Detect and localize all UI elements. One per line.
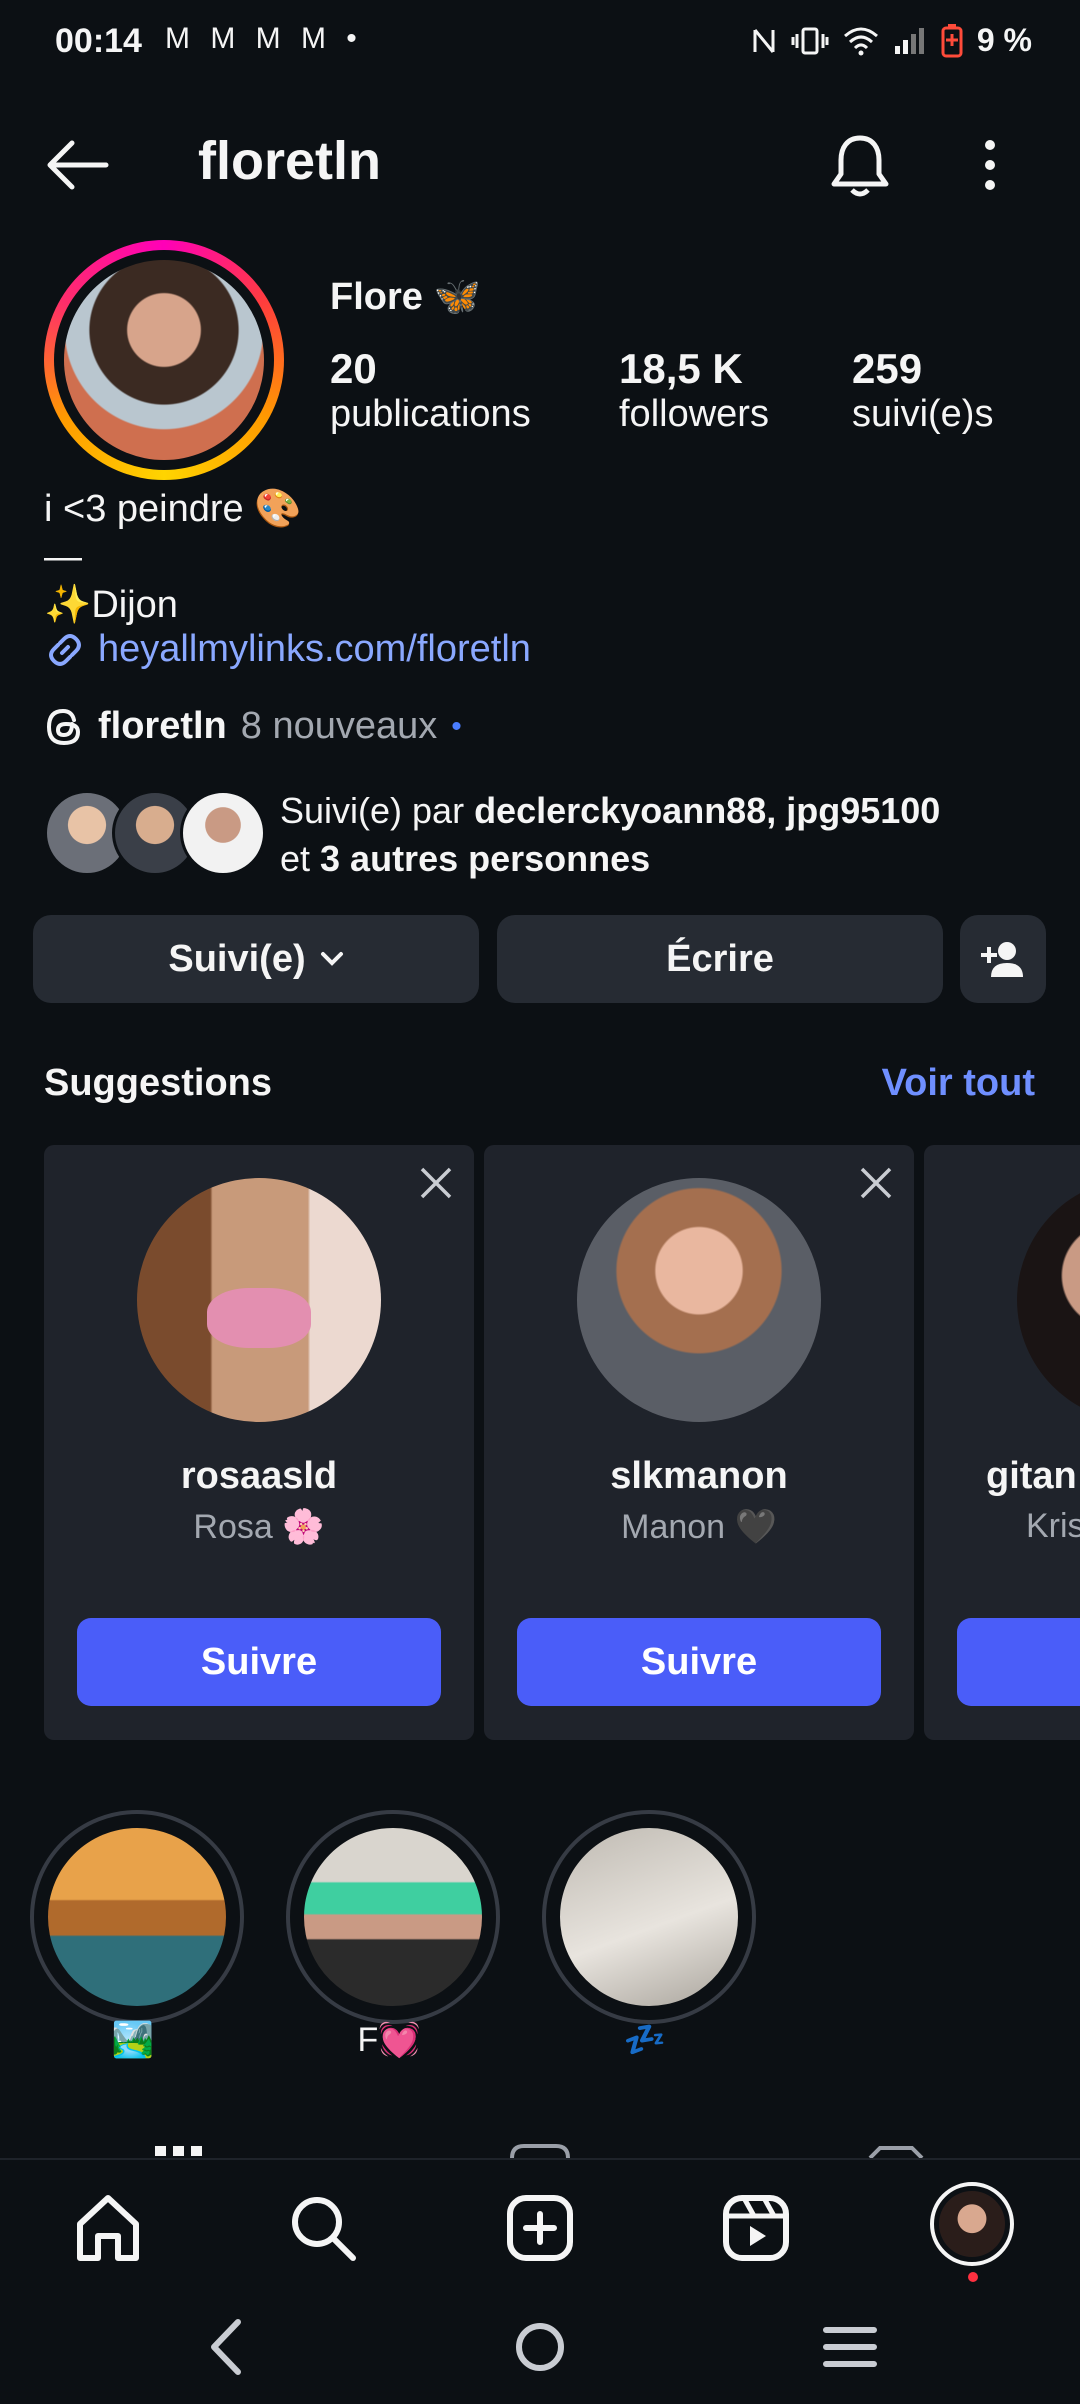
notification-icons: M M M M •	[165, 22, 363, 55]
message-button[interactable]: Écrire	[497, 915, 943, 1003]
bio-line: i <3 peindre 🎨	[44, 488, 302, 530]
stat-label: followers	[619, 393, 769, 435]
stat-label: suivi(e)s	[852, 393, 994, 435]
stat-posts[interactable]: 20 publications	[330, 345, 531, 436]
followed-by-and: et	[280, 838, 321, 879]
system-nav-bar	[211, 2319, 877, 2375]
mutual-followers-avatars[interactable]	[44, 790, 266, 876]
profile-tabs[interactable]	[0, 2140, 1080, 2160]
add-person-icon	[981, 942, 1023, 977]
threads-icon	[46, 708, 81, 745]
link-text: heyallmylinks.com/floretln	[98, 628, 531, 670]
avatar	[939, 2191, 1005, 2257]
close-icon[interactable]	[416, 1163, 456, 1203]
chevron-down-icon	[320, 952, 343, 966]
highlight-photo	[560, 1828, 738, 2006]
avatar	[577, 1178, 821, 1422]
stat-value: 20	[330, 345, 377, 392]
new-dot-icon: •	[451, 709, 462, 743]
suggestion-card[interactable]: rosaasld Rosa 🌸 Suivre	[44, 1145, 474, 1740]
suggestion-name: Rosa 🌸	[193, 1508, 325, 1546]
battery-percent: 9 %	[976, 22, 1032, 58]
suggestion-username: gitan	[986, 1455, 1077, 1497]
avatar	[1017, 1178, 1080, 1422]
avatar	[137, 1178, 381, 1422]
following-button[interactable]: Suivi(e)	[33, 915, 479, 1003]
highlight[interactable]	[542, 1810, 756, 2024]
avatar	[180, 790, 266, 876]
highlight-label: F💓	[357, 2021, 421, 2059]
follow-button[interactable]	[957, 1618, 1080, 1706]
message-label: Écrire	[666, 937, 774, 980]
follow-button[interactable]: Suivre	[517, 1618, 881, 1706]
system-recents-icon[interactable]	[823, 2327, 877, 2367]
suggestion-card[interactable]: slkmanon Manon 🖤 Suivre	[484, 1145, 914, 1740]
status-time: 00:14	[55, 22, 142, 60]
profile-tab-avatar[interactable]	[930, 2182, 1014, 2266]
suggestions-title: Suggestions	[44, 1062, 273, 1104]
stat-following[interactable]: 259 suivi(e)s	[852, 345, 993, 436]
highlight[interactable]	[286, 1810, 500, 2024]
system-home-icon[interactable]	[516, 2323, 564, 2371]
follow-button[interactable]: Suivre	[77, 1618, 441, 1706]
suggestion-card[interactable]: gitan Kris	[924, 1145, 1080, 1740]
display-name: Flore 🦋	[330, 276, 481, 318]
bio-line: ✨Dijon	[44, 584, 178, 626]
page-title: floretln	[198, 131, 381, 191]
reels-icon[interactable]	[718, 2190, 794, 2266]
notification-dot-icon	[968, 2272, 978, 2282]
vibrate-icon	[791, 27, 829, 54]
bio: i <3 peindre 🎨 — ✨Dijon	[44, 485, 302, 629]
threads-new: 8 nouveaux	[240, 705, 438, 747]
photo-detail	[207, 1288, 311, 1348]
home-icon[interactable]	[70, 2190, 146, 2266]
suggestion-username: slkmanon	[610, 1455, 788, 1497]
followed-by-names: declerckyoann88, jpg95100	[474, 790, 941, 831]
followed-by-prefix: Suivi(e) par	[280, 790, 475, 831]
threads-handle: floretln	[98, 705, 227, 747]
followed-by-text[interactable]: Suivi(e) par declerckyoann88, jpg95100 e…	[280, 787, 940, 883]
threads-badge[interactable]: floretln 8 nouveaux •	[44, 705, 462, 748]
profile-link[interactable]: heyallmylinks.com/floretln	[44, 628, 531, 671]
more-options-icon[interactable]	[975, 135, 1005, 195]
suggestion-name: Kris	[1026, 1507, 1080, 1545]
highlight-label: 💤	[623, 2021, 667, 2059]
stat-label: publications	[330, 393, 531, 435]
close-icon[interactable]	[856, 1163, 896, 1203]
back-arrow-icon[interactable]	[42, 135, 112, 195]
nfc-icon	[753, 28, 775, 53]
profile-avatar[interactable]	[44, 240, 284, 480]
bottom-nav	[0, 2158, 1080, 2290]
add-user-button[interactable]	[960, 915, 1046, 1003]
wifi-icon	[843, 27, 878, 55]
status-right: 9 %	[751, 22, 1032, 59]
highlight-label: 🏞️	[111, 2021, 155, 2059]
stat-value: 259	[852, 345, 923, 392]
highlight-photo	[48, 1828, 226, 2006]
bell-icon[interactable]	[825, 130, 895, 200]
see-all-link[interactable]: Voir tout	[882, 1062, 1035, 1105]
signal-icon	[894, 27, 924, 54]
followed-by-others: 3 autres personnes	[320, 838, 651, 879]
link-icon	[49, 633, 81, 666]
suggestion-username: rosaasld	[180, 1455, 338, 1497]
suggestion-name: Manon 🖤	[621, 1508, 777, 1546]
stat-followers[interactable]: 18,5 K followers	[619, 345, 769, 436]
stat-value: 18,5 K	[619, 345, 743, 392]
search-icon[interactable]	[285, 2190, 361, 2266]
avatar-photo	[64, 260, 264, 460]
highlight[interactable]	[30, 1810, 244, 2024]
following-label: Suivi(e)	[168, 937, 306, 980]
system-back-icon[interactable]	[211, 2319, 241, 2375]
highlight-photo	[304, 1828, 482, 2006]
bio-line: —	[44, 536, 82, 578]
create-post-icon[interactable]	[502, 2190, 578, 2266]
battery-icon	[941, 23, 963, 57]
